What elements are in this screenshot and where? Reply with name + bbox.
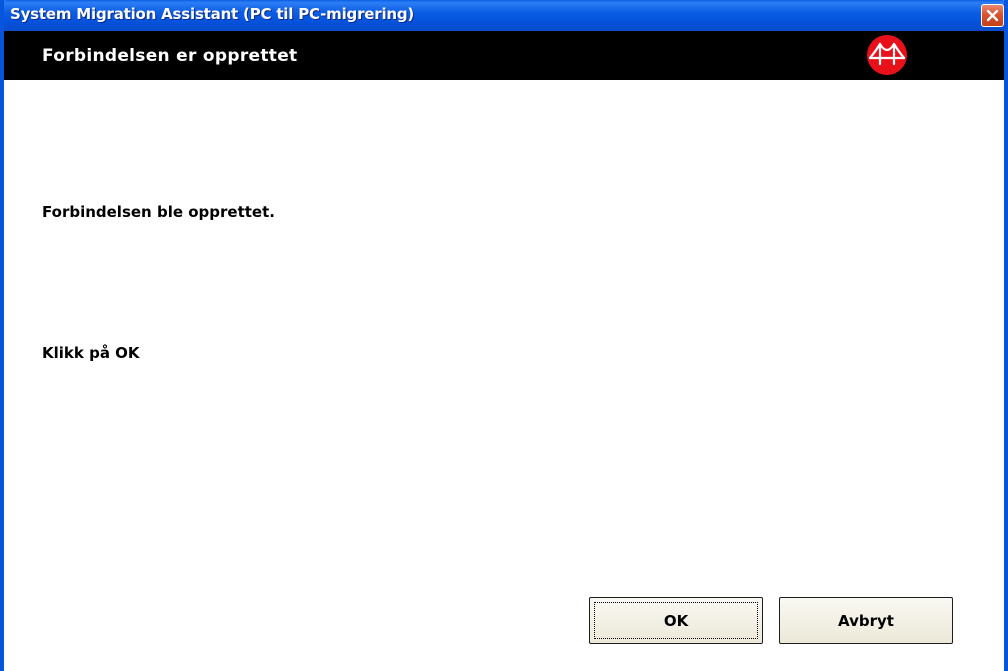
dialog-window: System Migration Assistant (PC til PC-mi…: [0, 0, 1008, 671]
ok-button[interactable]: OK: [589, 597, 763, 644]
status-message: Forbindelsen ble opprettet.: [42, 203, 275, 221]
page-title: Forbindelsen er opprettet: [42, 46, 298, 66]
migration-bridge-logo-icon: [867, 35, 907, 75]
header-band: Forbindelsen er opprettet: [4, 31, 1004, 80]
window-title: System Migration Assistant (PC til PC-mi…: [10, 5, 415, 23]
close-button[interactable]: [981, 4, 1004, 27]
title-bar[interactable]: System Migration Assistant (PC til PC-mi…: [4, 0, 1004, 31]
close-icon: [986, 9, 999, 22]
cancel-button[interactable]: Avbryt: [779, 597, 953, 644]
instruction-text: Klikk på OK: [42, 344, 140, 362]
